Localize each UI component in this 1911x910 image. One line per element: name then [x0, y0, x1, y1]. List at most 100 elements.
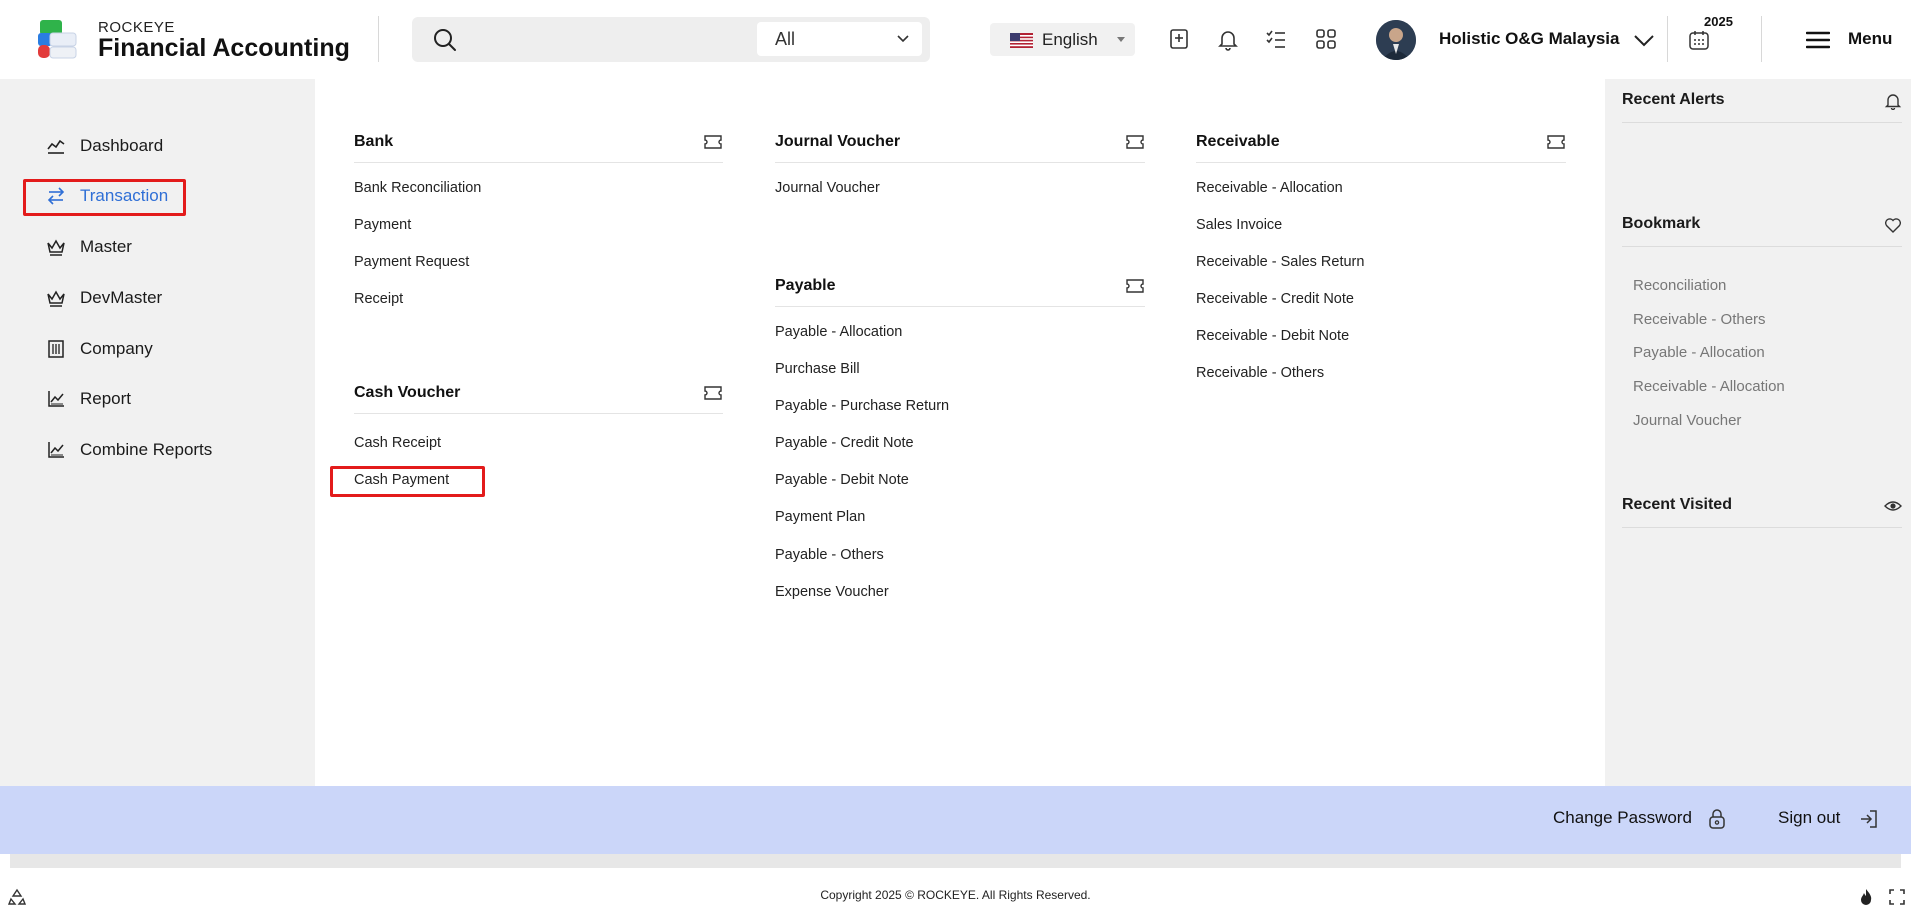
ticket-icon[interactable] [1125, 134, 1145, 150]
section-bank: Bank [354, 129, 723, 163]
recent-alerts-title: Recent Alerts [1622, 91, 1725, 108]
search-scope-select[interactable]: All [757, 22, 922, 56]
ticket-icon[interactable] [1546, 134, 1566, 150]
sidebar-item-master[interactable]: Master [46, 232, 132, 262]
sidebar-item-label: Combine Reports [80, 440, 213, 459]
us-flag-icon [1010, 33, 1033, 48]
bookmark-header: Bookmark [1622, 203, 1902, 247]
chart-line-icon [47, 139, 65, 154]
menu-link-sales-invoice[interactable]: Sales Invoice [1196, 217, 1282, 233]
language-label: English [1042, 30, 1098, 49]
menu-link-cash-payment[interactable]: Cash Payment [354, 472, 449, 488]
bell-icon[interactable] [1216, 27, 1240, 51]
menu-link-payable-credit-note[interactable]: Payable - Credit Note [775, 435, 914, 451]
sidebar-item-label: Report [80, 389, 132, 408]
menu-link-receivable-debit-note[interactable]: Receivable - Debit Note [1196, 328, 1349, 344]
sidebar-item-transaction[interactable]: Transaction [46, 181, 168, 211]
task-list-icon[interactable] [1264, 27, 1288, 51]
menu-link-payable-purchase-return[interactable]: Payable - Purchase Return [775, 398, 949, 414]
menu-link-receivable-others[interactable]: Receivable - Others [1196, 365, 1324, 381]
bookmark-item[interactable]: Reconciliation [1633, 277, 1726, 294]
swap-arrows-icon [47, 187, 65, 205]
sidebar-item-report[interactable]: Report [46, 384, 131, 414]
menu-link-receivable-allocation[interactable]: Receivable - Allocation [1196, 180, 1343, 196]
recent-visited-header: Recent Visited [1622, 484, 1902, 528]
calendar-icon[interactable] [1688, 29, 1710, 51]
menu-label: Menu [1848, 29, 1893, 48]
fire-icon[interactable] [1857, 888, 1875, 906]
menu-link-expense-voucher[interactable]: Expense Voucher [775, 584, 889, 600]
bookmark-add-icon[interactable] [1167, 27, 1191, 51]
bookmark-item[interactable]: Journal Voucher [1633, 412, 1741, 429]
transaction-menu-panel: Bank Bank Reconciliation Payment Payment… [315, 79, 1605, 786]
eye-icon[interactable] [1884, 497, 1902, 515]
bell-icon[interactable] [1884, 92, 1902, 110]
search-icon[interactable] [432, 27, 458, 53]
recent-alerts-header: Recent Alerts [1622, 79, 1902, 123]
menu-link-receivable-credit-note[interactable]: Receivable - Credit Note [1196, 291, 1354, 307]
section-payable: Payable [775, 273, 1145, 307]
rockeye-logo-icon[interactable] [38, 20, 78, 60]
main-menu-button[interactable]: Menu [1806, 26, 1906, 54]
fiscal-year-label: 2025 [1704, 14, 1733, 29]
user-avatar[interactable] [1376, 20, 1416, 60]
sidebar-item-combine-reports[interactable]: Combine Reports [46, 435, 212, 465]
crown-icon [47, 290, 65, 307]
sign-out-icon[interactable] [1858, 808, 1880, 830]
menu-link-payable-others[interactable]: Payable - Others [775, 547, 884, 563]
sidebar-item-label: Transaction [80, 186, 169, 205]
menu-link-bank-reconciliation[interactable]: Bank Reconciliation [354, 180, 481, 196]
section-receivable: Receivable [1196, 129, 1566, 163]
header-divider [1761, 16, 1762, 62]
menu-link-journal-voucher[interactable]: Journal Voucher [775, 180, 880, 196]
bookmark-title: Bookmark [1622, 215, 1701, 232]
menu-link-purchase-bill[interactable]: Purchase Bill [775, 361, 860, 377]
chevron-down-icon[interactable] [1631, 27, 1657, 53]
menu-link-payable-allocation[interactable]: Payable - Allocation [775, 324, 902, 340]
ticket-icon[interactable] [703, 385, 723, 401]
menu-link-payable-debit-note[interactable]: Payable - Debit Note [775, 472, 909, 488]
caret-down-icon [1117, 37, 1125, 42]
apps-grid-icon[interactable] [1314, 27, 1338, 51]
heart-icon[interactable] [1884, 216, 1902, 234]
left-sidebar: Dashboard Transaction Master DevMaster C… [0, 79, 315, 786]
menu-link-cash-receipt[interactable]: Cash Receipt [354, 435, 441, 451]
recent-visited-title: Recent Visited [1622, 496, 1732, 513]
menu-link-receivable-sales-return[interactable]: Receivable - Sales Return [1196, 254, 1364, 270]
menu-link-receipt[interactable]: Receipt [354, 291, 403, 307]
bookmark-item[interactable]: Payable - Allocation [1633, 344, 1765, 361]
section-title: Cash Voucher [354, 384, 461, 401]
change-password-link[interactable]: Change Password [1553, 808, 1692, 828]
language-selector[interactable]: English [990, 23, 1135, 56]
menu-link-payment[interactable]: Payment [354, 217, 411, 233]
section-title: Journal Voucher [775, 133, 901, 150]
section-title: Payable [775, 277, 836, 294]
sidebar-item-label: Company [80, 339, 153, 358]
menu-link-payment-request[interactable]: Payment Request [354, 254, 469, 270]
header-divider [378, 16, 379, 62]
sign-out-link[interactable]: Sign out [1778, 808, 1840, 828]
sidebar-item-label: Master [80, 237, 132, 256]
ticket-icon[interactable] [1125, 278, 1145, 294]
section-title: Receivable [1196, 133, 1280, 150]
app-title: Financial Accounting [98, 34, 350, 62]
top-header: ROCKEYE Financial Accounting All English [0, 0, 1911, 79]
menu-link-payment-plan[interactable]: Payment Plan [775, 509, 865, 525]
fullscreen-icon[interactable] [1888, 888, 1906, 906]
search-bar[interactable]: All [412, 17, 930, 62]
report-chart-icon [48, 442, 64, 458]
sidebar-item-devmaster[interactable]: DevMaster [46, 283, 162, 313]
sidebar-item-company[interactable]: Company [46, 334, 153, 364]
bookmark-item[interactable]: Receivable - Others [1633, 311, 1766, 328]
section-title: Bank [354, 133, 394, 150]
bookmark-item[interactable]: Receivable - Allocation [1633, 378, 1785, 395]
ticket-icon[interactable] [703, 134, 723, 150]
copyright-text: Copyright 2025 © ROCKEYE. All Rights Res… [820, 888, 1091, 902]
company-name[interactable]: Holistic O&G Malaysia [1439, 29, 1619, 49]
right-panel: Recent Alerts Bookmark Recent Visited [1605, 79, 1911, 786]
sidebar-item-dashboard[interactable]: Dashboard [46, 131, 163, 161]
account-footer-bar: Change Password Sign out [0, 786, 1911, 854]
section-cash-voucher: Cash Voucher [354, 380, 723, 414]
footer-strip [10, 854, 1901, 868]
lock-icon[interactable] [1706, 808, 1728, 830]
